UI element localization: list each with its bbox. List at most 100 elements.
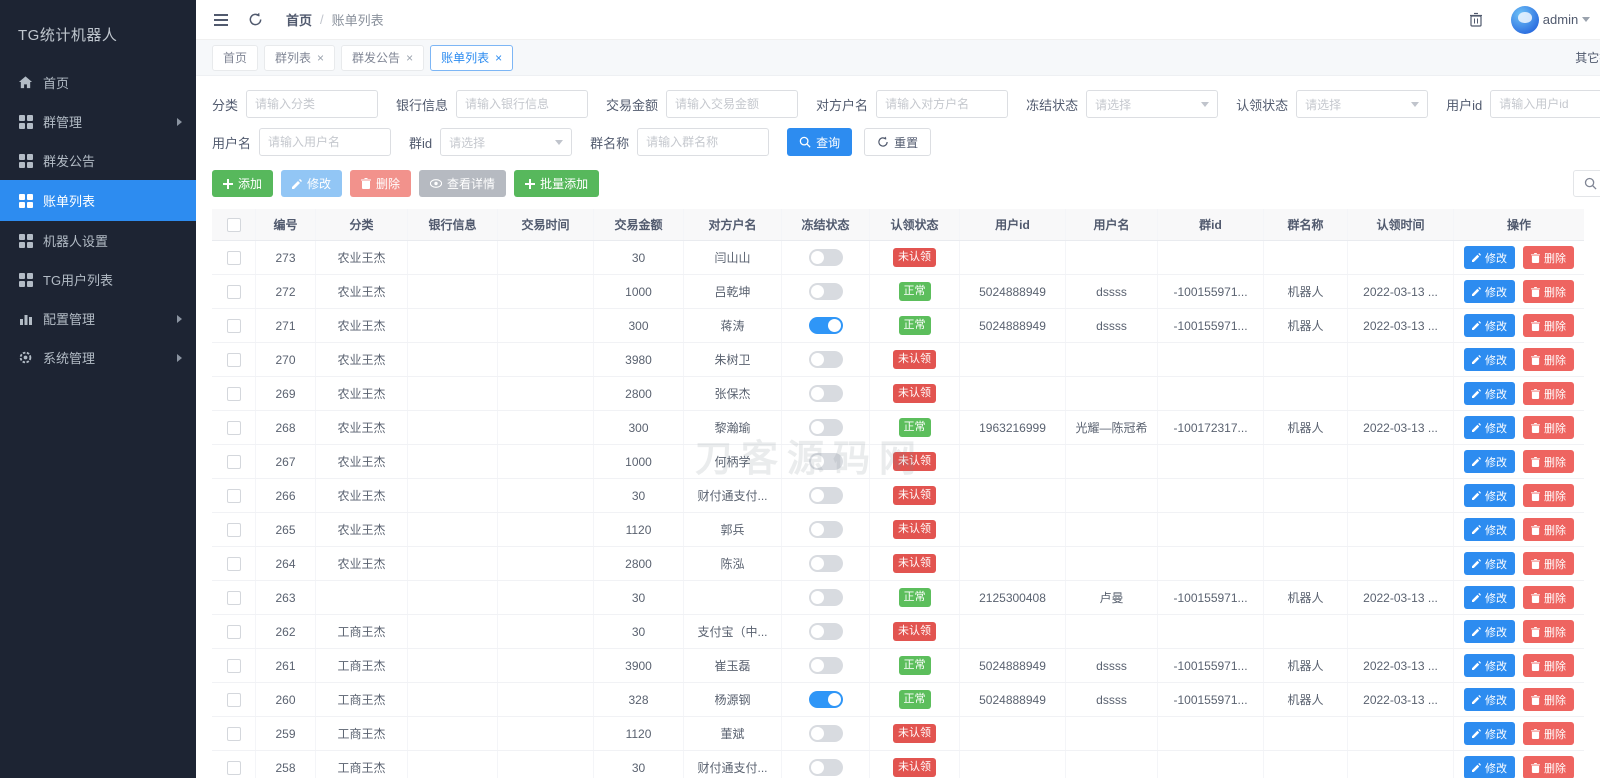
sidebar-item-账单列表[interactable]: 账单列表 bbox=[0, 180, 196, 221]
row-edit-button[interactable]: 修改 bbox=[1464, 586, 1515, 609]
row-checkbox[interactable] bbox=[226, 250, 241, 265]
toolbar-button-查看详情[interactable]: 查看详情 bbox=[419, 170, 507, 197]
row-delete-button[interactable]: 删除 bbox=[1523, 382, 1574, 405]
frozen-toggle[interactable] bbox=[808, 249, 843, 266]
row-delete-button[interactable]: 删除 bbox=[1523, 484, 1574, 507]
tab-群列表[interactable]: 群列表 × bbox=[264, 44, 336, 71]
sidebar-item-TG用户列表[interactable]: TG用户列表 bbox=[0, 260, 196, 299]
row-edit-button[interactable]: 修改 bbox=[1464, 688, 1515, 711]
row-checkbox[interactable] bbox=[226, 352, 241, 367]
frozen-toggle[interactable] bbox=[808, 487, 843, 504]
filter-input[interactable] bbox=[876, 90, 1009, 118]
row-delete-button[interactable]: 删除 bbox=[1523, 722, 1574, 745]
frozen-toggle[interactable] bbox=[808, 589, 843, 606]
row-checkbox[interactable] bbox=[226, 386, 241, 401]
row-checkbox[interactable] bbox=[226, 284, 241, 299]
row-checkbox[interactable] bbox=[226, 590, 241, 605]
row-delete-button[interactable]: 删除 bbox=[1523, 416, 1574, 439]
row-delete-button[interactable]: 删除 bbox=[1523, 586, 1574, 609]
row-delete-button[interactable]: 删除 bbox=[1523, 450, 1574, 473]
row-delete-button[interactable]: 删除 bbox=[1523, 348, 1574, 371]
tab-账单列表[interactable]: 账单列表 × bbox=[430, 44, 514, 71]
row-edit-button[interactable]: 修改 bbox=[1464, 280, 1515, 303]
row-delete-button[interactable]: 删除 bbox=[1523, 280, 1574, 303]
frozen-toggle[interactable] bbox=[808, 351, 843, 368]
frozen-toggle[interactable] bbox=[808, 317, 843, 334]
filter-input[interactable] bbox=[259, 128, 392, 156]
tab-首页[interactable]: 首页 bbox=[212, 44, 259, 71]
row-edit-button[interactable]: 修改 bbox=[1464, 314, 1515, 337]
row-checkbox[interactable] bbox=[226, 522, 241, 537]
trash-icon[interactable] bbox=[1463, 7, 1489, 33]
filter-select[interactable]: 请选择 bbox=[440, 128, 573, 156]
row-checkbox[interactable] bbox=[226, 692, 241, 707]
frozen-toggle[interactable] bbox=[808, 725, 843, 742]
more-actions-dropdown[interactable]: 其它操作 bbox=[1575, 49, 1600, 66]
frozen-toggle[interactable] bbox=[808, 623, 843, 640]
row-edit-button[interactable]: 修改 bbox=[1464, 348, 1515, 371]
row-delete-button[interactable]: 删除 bbox=[1523, 314, 1574, 337]
row-checkbox[interactable] bbox=[226, 726, 241, 741]
filter-select[interactable]: 请选择 bbox=[1296, 90, 1429, 118]
frozen-toggle[interactable] bbox=[808, 385, 843, 402]
row-delete-button[interactable]: 删除 bbox=[1523, 620, 1574, 643]
row-delete-button[interactable]: 删除 bbox=[1523, 552, 1574, 575]
filter-input[interactable] bbox=[246, 90, 379, 118]
toolbar-button-删除[interactable]: 删除 bbox=[350, 170, 412, 197]
frozen-toggle[interactable] bbox=[808, 453, 843, 470]
row-edit-button[interactable]: 修改 bbox=[1464, 246, 1515, 269]
frozen-toggle[interactable] bbox=[808, 521, 843, 538]
row-edit-button[interactable]: 修改 bbox=[1464, 552, 1515, 575]
filter-input[interactable] bbox=[637, 128, 770, 156]
sidebar-item-机器人设置[interactable]: 机器人设置 bbox=[0, 221, 196, 260]
select-all-checkbox[interactable] bbox=[226, 217, 241, 232]
frozen-toggle[interactable] bbox=[808, 283, 843, 300]
row-edit-button[interactable]: 修改 bbox=[1464, 484, 1515, 507]
row-edit-button[interactable]: 修改 bbox=[1464, 382, 1515, 405]
row-checkbox[interactable] bbox=[226, 624, 241, 639]
filter-input[interactable] bbox=[1490, 90, 1600, 118]
filter-input[interactable] bbox=[456, 90, 589, 118]
avatar[interactable] bbox=[1510, 5, 1539, 34]
row-edit-button[interactable]: 修改 bbox=[1464, 518, 1515, 541]
row-checkbox[interactable] bbox=[226, 556, 241, 571]
reset-button[interactable]: 重置 bbox=[864, 128, 932, 156]
row-delete-button[interactable]: 删除 bbox=[1523, 518, 1574, 541]
frozen-toggle[interactable] bbox=[808, 657, 843, 674]
frozen-toggle[interactable] bbox=[808, 555, 843, 572]
tab-群发公告[interactable]: 群发公告 × bbox=[341, 44, 425, 71]
sidebar-item-配置管理[interactable]: 配置管理 bbox=[0, 299, 196, 338]
breadcrumb-home[interactable]: 首页 bbox=[286, 10, 312, 29]
toolbar-button-批量添加[interactable]: 批量添加 bbox=[514, 170, 600, 197]
toolbar-button-添加[interactable]: 添加 bbox=[212, 170, 274, 197]
refresh-icon[interactable] bbox=[242, 7, 268, 33]
row-delete-button[interactable]: 删除 bbox=[1523, 756, 1574, 778]
filter-select[interactable]: 请选择 bbox=[1086, 90, 1219, 118]
row-edit-button[interactable]: 修改 bbox=[1464, 450, 1515, 473]
row-edit-button[interactable]: 修改 bbox=[1464, 722, 1515, 745]
row-edit-button[interactable]: 修改 bbox=[1464, 416, 1515, 439]
search-button[interactable]: 查询 bbox=[787, 128, 853, 156]
row-checkbox[interactable] bbox=[226, 454, 241, 469]
toolbar-button-修改[interactable]: 修改 bbox=[281, 170, 343, 197]
sidebar-item-首页[interactable]: 首页 bbox=[0, 63, 196, 102]
user-menu[interactable]: admin bbox=[1510, 5, 1591, 34]
row-checkbox[interactable] bbox=[226, 760, 241, 775]
hamburger-icon[interactable] bbox=[208, 7, 234, 33]
row-delete-button[interactable]: 删除 bbox=[1523, 246, 1574, 269]
close-icon[interactable]: × bbox=[495, 52, 502, 64]
row-edit-button[interactable]: 修改 bbox=[1464, 756, 1515, 778]
search-icon-button[interactable] bbox=[1573, 170, 1600, 197]
frozen-toggle[interactable] bbox=[808, 419, 843, 436]
row-checkbox[interactable] bbox=[226, 488, 241, 503]
sidebar-item-群管理[interactable]: 群管理 bbox=[0, 102, 196, 141]
row-checkbox[interactable] bbox=[226, 318, 241, 333]
close-icon[interactable]: × bbox=[317, 52, 324, 64]
row-delete-button[interactable]: 删除 bbox=[1523, 654, 1574, 677]
row-checkbox[interactable] bbox=[226, 420, 241, 435]
frozen-toggle[interactable] bbox=[808, 759, 843, 776]
row-edit-button[interactable]: 修改 bbox=[1464, 620, 1515, 643]
close-icon[interactable]: × bbox=[406, 52, 413, 64]
frozen-toggle[interactable] bbox=[808, 691, 843, 708]
sidebar-item-系统管理[interactable]: 系统管理 bbox=[0, 338, 196, 377]
